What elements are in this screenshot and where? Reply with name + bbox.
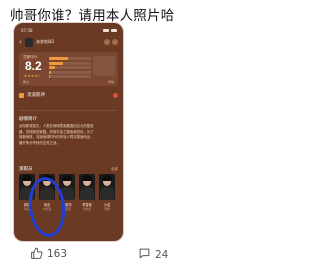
cast-more-link[interactable]: 全部 [111,167,118,172]
fan-review-label: 流浪影评 [27,93,45,98]
distribution-fill [49,57,68,60]
rating-card-footer: 看过 详情 [23,80,114,84]
synopsis-line: 展开争分夺秒的生死之战。 [19,140,60,145]
distribution-fill [49,61,63,65]
rating-card: 豆瓣评分 8.2 ★★★★☆ 看过 详情 [19,52,118,86]
divider [19,110,118,111]
rating-distribution [49,57,91,80]
distribution-row [49,75,91,78]
cast-member[interactable]: 沙溢 张鹏 [99,174,115,224]
distribution-row [49,66,91,69]
synopsis-title: 剧情简介 [19,117,37,122]
cast-member[interactable]: 李雪健 周喆直 [79,174,95,224]
signal-icon [103,28,109,32]
cast-role: 周喆直 [82,207,92,211]
movie-header: ‹ 流浪地球2 [19,36,118,48]
rating-stars: ★★★★☆ [24,74,42,78]
more-icon[interactable] [112,39,118,45]
movie-title: 流浪地球2 [35,39,55,44]
like-count: 163 [47,247,68,260]
notification-badge [113,92,118,98]
status-bar: 07:58 [21,26,117,34]
poster-thumbnail [24,37,33,47]
share-icon[interactable] [104,39,110,45]
distribution-row [49,57,91,60]
status-icons [103,28,117,32]
distribution-row [49,70,91,74]
distribution-fill [49,75,50,78]
review-icon [19,92,24,98]
thumbs-up-icon [30,247,43,260]
rating-side-panel [93,56,115,76]
cast-title: 演职员 [19,167,33,172]
cast-role: 张鹏 [104,207,110,211]
footer-left: 看过 [23,80,30,84]
comment-icon [138,247,151,263]
distribution-fill [49,66,56,69]
battery-icon [111,28,117,32]
cast-photo [79,174,95,200]
post-text: 帅哥你谁？请用本人照片哈 [10,8,175,24]
fan-review-row[interactable]: 流浪影评 [19,90,118,100]
comment-count: 24 [155,249,169,261]
comment-action[interactable]: 24 [138,247,168,263]
like-action[interactable]: 163 [30,247,67,260]
back-icon[interactable]: ‹ [19,38,22,46]
status-time: 07:58 [21,27,33,33]
distribution-fill [49,70,52,74]
footer-right[interactable]: 详情 [108,80,114,84]
rating-score: 8.2 [25,59,42,73]
synopsis-text: 太阳即将毁灭，人类在地球表面建造出巨大的推进 器，寻找新的家园。然而宇宙之路危机… [19,124,117,146]
distribution-row [49,61,91,65]
cast-photo [99,174,115,200]
